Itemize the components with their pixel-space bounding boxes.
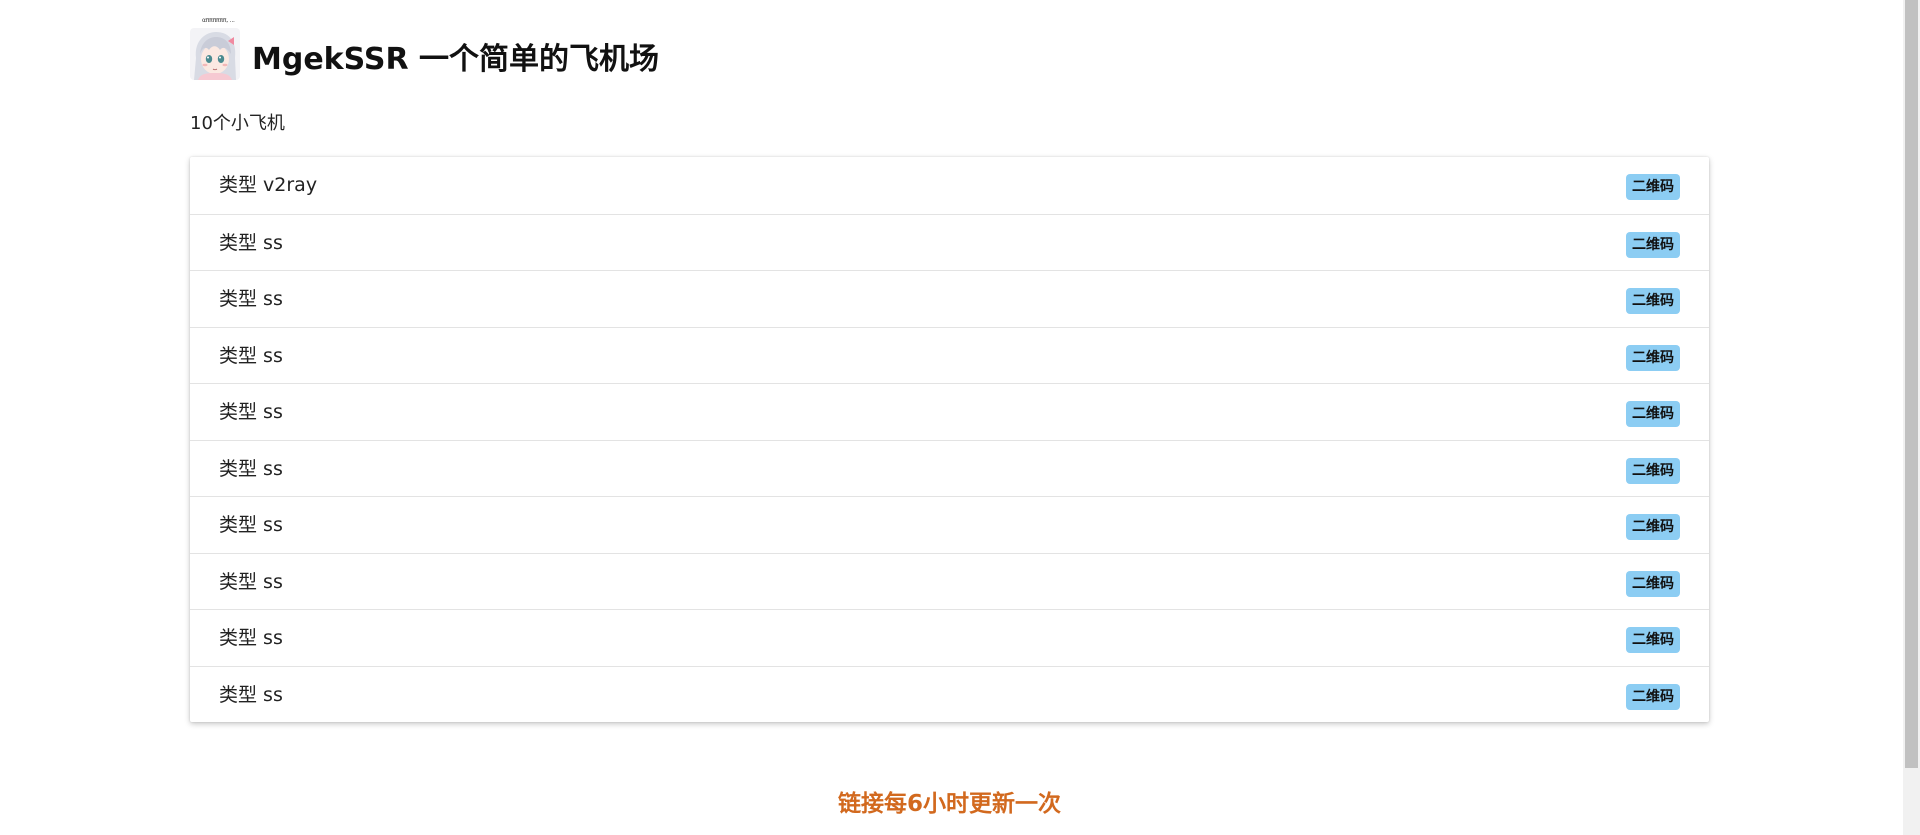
server-type-label: 类型 ss — [219, 344, 283, 367]
server-type-label: 类型 ss — [219, 231, 283, 254]
qr-code-button[interactable]: 二维码 — [1626, 344, 1680, 371]
update-frequency-note: 链接每6小时更新一次 — [837, 791, 1061, 817]
server-row: 类型 ss 二维码 — [190, 665, 1709, 723]
server-count-text: 10个小飞机 — [190, 113, 285, 134]
server-type-label: 类型 ss — [219, 514, 283, 536]
server-row: 类型 ss 二维码 — [190, 270, 1709, 327]
server-row: 类型 ss 二维码 — [190, 552, 1709, 610]
server-type-label: 类型 ss — [219, 570, 283, 593]
qr-code-button[interactable]: 二维码 — [1626, 231, 1680, 258]
server-row: 类型 ss 二维码 — [190, 496, 1709, 553]
server-type-label: 类型 ss — [219, 627, 283, 649]
qr-code-button[interactable]: 二维码 — [1626, 457, 1680, 484]
server-type-label: 类型 v2ray — [219, 174, 318, 196]
qr-code-button[interactable]: 二维码 — [1626, 514, 1680, 540]
page-header: MgekSSR 一个简单的飞机场 — [190, 26, 659, 80]
qr-code-button[interactable]: 二维码 — [1626, 627, 1680, 653]
anime-girl-avatar-icon — [190, 28, 240, 80]
qr-code-button[interactable]: 二维码 — [1626, 288, 1680, 314]
server-row: 类型 v2ray 二维码 — [190, 157, 1709, 214]
qr-code-button[interactable]: 二维码 — [1626, 570, 1680, 597]
scrollbar-thumb[interactable] — [1905, 0, 1918, 768]
server-type-label: 类型 ss — [219, 457, 283, 480]
server-type-label: 类型 ss — [219, 683, 283, 706]
server-row: 类型 ss 二维码 — [190, 383, 1709, 440]
qr-code-button[interactable]: 二维码 — [1626, 401, 1680, 427]
avatar-caption: αππππππ, ... — [202, 17, 235, 24]
server-row: 类型 ss 二维码 — [190, 213, 1709, 271]
server-type-label: 类型 ss — [219, 288, 283, 310]
vertical-scrollbar[interactable] — [1903, 0, 1920, 835]
page-title: MgekSSR 一个简单的飞机场 — [252, 42, 660, 77]
server-list: 类型 v2ray 二维码 类型 ss 二维码 类型 ss 二维码 类型 ss 二… — [190, 157, 1709, 722]
page: αππππππ, ... MgekSSR 一个简单的飞机场 10个小飞机 类型 … — [0, 0, 1920, 835]
server-row: 类型 ss 二维码 — [190, 439, 1709, 497]
server-row: 类型 ss 二维码 — [190, 326, 1709, 384]
server-row: 类型 ss 二维码 — [190, 609, 1709, 666]
qr-code-button[interactable]: 二维码 — [1626, 174, 1680, 200]
server-type-label: 类型 ss — [219, 401, 283, 423]
avatar — [190, 28, 240, 80]
qr-code-button[interactable]: 二维码 — [1626, 683, 1680, 710]
